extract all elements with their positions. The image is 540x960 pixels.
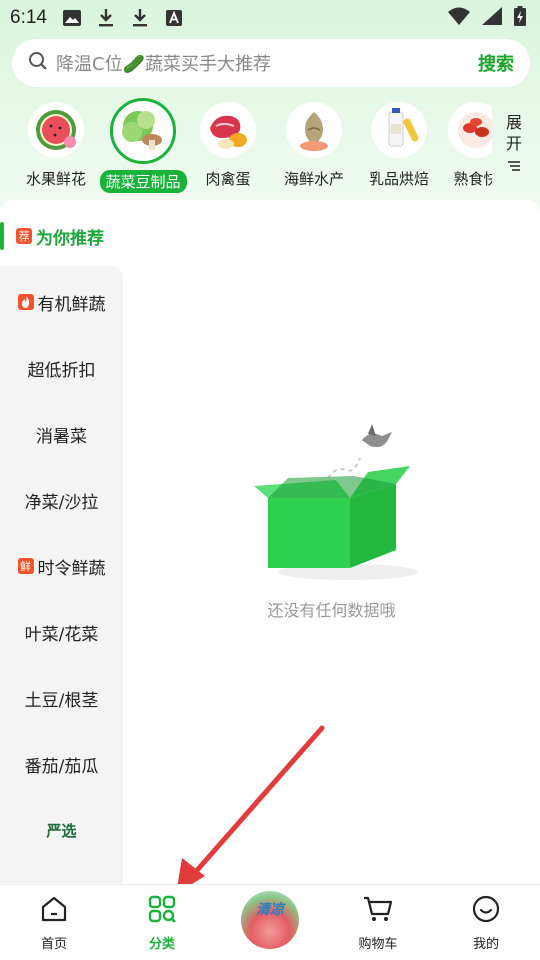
- nav-label: 首页: [40, 937, 67, 952]
- empty-box-icon: [250, 420, 420, 590]
- category-deli[interactable]: 熟食快: [433, 98, 492, 189]
- wifi-icon: [448, 7, 470, 29]
- category-label: 乳品烘焙: [368, 170, 429, 188]
- download-icon-2: [129, 7, 151, 29]
- expand-label-2: 开: [505, 134, 522, 153]
- image-icon: [61, 7, 83, 29]
- category-label: 水果鲜花: [25, 170, 86, 188]
- sidebar-item-summer[interactable]: 消暑菜: [0, 414, 123, 454]
- font-app-icon: [163, 7, 185, 29]
- meat-egg-icon: [200, 102, 256, 158]
- sidebar-item-tomato[interactable]: 番茄/茄瓜: [0, 744, 123, 784]
- search-bar[interactable]: 降温C位🥒蔬菜买手大推荐 搜索: [12, 39, 530, 87]
- selected-logo: 严选: [46, 821, 77, 840]
- smile-icon: [472, 895, 500, 927]
- fish-icon: [286, 102, 342, 158]
- vegetables-icon: [110, 98, 176, 164]
- search-input[interactable]: 降温C位🥒蔬菜买手大推荐: [56, 50, 478, 76]
- fresh-tag: 鲜: [17, 558, 34, 574]
- fire-icon: [17, 294, 34, 310]
- sidebar-item-leafy[interactable]: 叶菜/花菜: [0, 612, 123, 652]
- category-grid-icon: [148, 895, 176, 927]
- nav-mine[interactable]: 我的: [432, 885, 540, 960]
- sidebar-item-recommend[interactable]: 荐 为你推荐: [0, 220, 123, 252]
- nav-cart[interactable]: 购物车: [324, 885, 432, 960]
- category-fruit-flowers[interactable]: 水果鲜花: [13, 98, 99, 189]
- category-label: 蔬菜豆制品: [99, 170, 187, 193]
- sidebar-item-label: 土豆/根茎: [24, 690, 99, 711]
- expand-button[interactable]: 展 开: [500, 112, 528, 177]
- sidebar-item-discount[interactable]: 超低折扣: [0, 348, 123, 388]
- status-bar: 6:14: [0, 0, 540, 36]
- sidebar-item-label: 番茄/茄瓜: [24, 756, 99, 777]
- watermelon-icon: [28, 102, 84, 158]
- category-dairy-bakery[interactable]: 乳品烘焙: [356, 98, 442, 189]
- empty-state-text: 还没有任何数据哦: [267, 601, 396, 620]
- sidebar-item-label: 叶菜/花菜: [24, 624, 99, 645]
- promo-badge-icon: 清凉: [241, 891, 299, 949]
- category-vegetables-tofu[interactable]: 蔬菜豆制品: [99, 98, 187, 193]
- bottom-nav: 首页 分类 清凉 购物车 我的: [0, 884, 540, 960]
- active-indicator: [0, 222, 4, 250]
- nav-promo[interactable]: 清凉: [216, 885, 324, 960]
- sidebar-item-roots[interactable]: 土豆/根茎: [0, 678, 123, 718]
- battery-icon: [514, 6, 526, 30]
- status-time: 6:14: [10, 7, 47, 28]
- category-label: 肉禽蛋: [205, 170, 251, 188]
- nav-label: 分类: [148, 937, 175, 952]
- crayfish-icon: [448, 102, 492, 158]
- home-icon: [40, 895, 68, 927]
- sidebar-item-label: 为你推荐: [36, 228, 104, 249]
- search-button[interactable]: 搜索: [478, 50, 514, 76]
- filter-lines-icon: [507, 156, 521, 177]
- recommend-tag: 荐: [16, 228, 32, 244]
- sidebar-item-selected[interactable]: 严选: [0, 810, 123, 850]
- sidebar-item-label: 时令鲜蔬: [37, 558, 106, 579]
- promo-label: 清凉: [256, 902, 284, 918]
- nav-home[interactable]: 首页: [0, 885, 108, 960]
- nav-category[interactable]: 分类: [108, 885, 216, 960]
- sidebar-item-label: 净菜/沙拉: [24, 492, 99, 513]
- category-meat-eggs[interactable]: 肉禽蛋: [185, 98, 271, 189]
- milk-icon: [371, 102, 427, 158]
- category-label: 海鲜水产: [283, 170, 344, 188]
- sidebar: 有机鲜蔬 超低折扣 消暑菜 净菜/沙拉 鲜 时令鲜蔬 叶菜/花菜 土豆/根茎 番…: [0, 266, 123, 884]
- sidebar-item-label: 有机鲜蔬: [37, 294, 106, 315]
- nav-label: 购物车: [358, 937, 398, 952]
- category-strip: 水果鲜花 蔬菜豆制品 肉禽蛋 海鲜水产 乳品烘焙 熟食快: [0, 98, 492, 198]
- sidebar-item-organic[interactable]: 有机鲜蔬: [0, 282, 123, 322]
- sidebar-item-label: 超低折扣: [27, 360, 96, 381]
- signal-icon: [482, 7, 502, 29]
- sidebar-item-label: 消暑菜: [36, 426, 87, 447]
- nav-label: 我的: [472, 937, 499, 952]
- sidebar-item-seasonal[interactable]: 鲜 时令鲜蔬: [0, 546, 123, 586]
- sidebar-item-salad[interactable]: 净菜/沙拉: [0, 480, 123, 520]
- search-icon: [28, 51, 48, 75]
- category-seafood[interactable]: 海鲜水产: [271, 98, 357, 189]
- expand-label-1: 展: [505, 113, 522, 132]
- download-icon: [95, 7, 117, 29]
- cart-icon: [363, 895, 393, 927]
- category-label: 熟食快: [453, 170, 492, 188]
